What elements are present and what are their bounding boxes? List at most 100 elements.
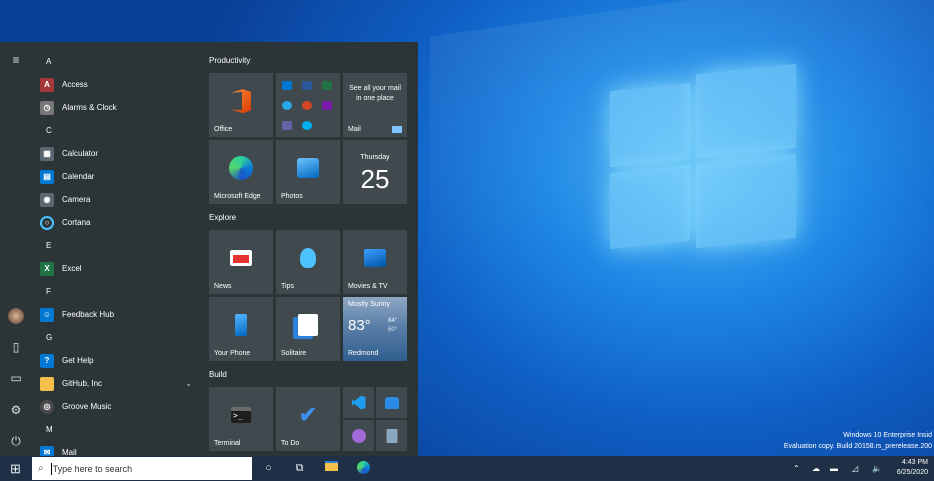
todo-checkmark-icon: ✔ xyxy=(298,402,318,428)
app-list-item-github-inc[interactable]: GitHub, Inc ⌄ xyxy=(32,372,202,395)
hamburger-menu-icon[interactable]: ≡ xyxy=(8,52,24,68)
github-tile[interactable] xyxy=(343,420,374,451)
app-list: A A Access ◷ Alarms & Clock C ▦ Calculator ▤ Cale… xyxy=(32,50,202,456)
group-explore: Explore xyxy=(209,213,237,222)
letter-header[interactable]: M xyxy=(32,418,202,441)
app-label: Cortana xyxy=(62,218,91,227)
vscode-tile[interactable] xyxy=(343,387,374,418)
volume-icon[interactable]: 🔈 xyxy=(872,456,882,481)
office-apps-folder-tile[interactable] xyxy=(276,73,340,137)
power-icon[interactable]: ⏻ xyxy=(8,433,24,449)
mail-tile[interactable]: See all your mail in one place Mail xyxy=(343,73,407,137)
powerpoint-icon xyxy=(302,101,312,110)
movies-tv-tile[interactable]: Movies & TV xyxy=(343,230,407,294)
app-list-item-get-help[interactable]: ? Get Help xyxy=(32,349,202,372)
movies-tv-icon xyxy=(364,249,386,268)
todo-tile[interactable]: ✔ To Do xyxy=(276,387,340,451)
solitaire-tile[interactable]: Solitaire xyxy=(276,297,340,361)
vscode-icon xyxy=(351,395,366,410)
letter-header[interactable]: A xyxy=(32,50,202,73)
calendar-tile[interactable]: Thursday 25 xyxy=(343,140,407,204)
watermark-build: Evaluation copy. Build 20158.rs_prerelea… xyxy=(783,443,932,450)
settings-gear-icon[interactable]: ⚙ xyxy=(8,402,24,418)
photos-icon xyxy=(297,158,319,179)
tile-label: Office xyxy=(214,126,233,133)
letter-header[interactable]: F xyxy=(32,280,202,303)
taskbar: ⊞ ⌕ Type here to search ○ ⧉ ⌃ ☁ ▬ ◿ 🔈 4:… xyxy=(0,456,934,481)
access-icon: A xyxy=(40,77,54,92)
office-icon xyxy=(231,89,251,114)
terminal-tile[interactable]: >_ Terminal xyxy=(209,387,273,451)
tile-label: Tips xyxy=(281,283,294,290)
calendar-day: Thursday xyxy=(360,154,390,161)
battery-icon[interactable]: ▬ xyxy=(830,456,838,481)
folder-icon xyxy=(40,376,54,391)
tips-tile[interactable]: Tips xyxy=(276,230,340,294)
app-list-item-feedback-hub[interactable]: ☺ Feedback Hub xyxy=(32,303,202,326)
app-label: Groove Music xyxy=(62,402,112,411)
app-label: Excel xyxy=(62,264,82,273)
onedrive-icon[interactable]: ☁ xyxy=(812,456,820,481)
search-placeholder: Type here to search xyxy=(52,463,133,474)
app-list-item-alarms-clock[interactable]: ◷ Alarms & Clock xyxy=(32,96,202,119)
app-list-item-calendar[interactable]: ▤ Calendar xyxy=(32,165,202,188)
letter-header[interactable]: C xyxy=(32,119,202,142)
app-list-item-mail[interactable]: ✉ Mail xyxy=(32,441,202,456)
weather-high: 84° xyxy=(388,318,398,324)
calendar-date: 25 xyxy=(360,164,390,194)
teams-icon xyxy=(282,121,292,130)
alarms-clock-icon: ◷ xyxy=(40,100,54,115)
calculator-tile[interactable] xyxy=(376,420,407,451)
app-label: Alarms & Clock xyxy=(62,103,117,112)
group-productivity: Productivity xyxy=(209,56,251,65)
documents-icon[interactable]: ▯ xyxy=(8,339,24,355)
letter-header[interactable]: E xyxy=(32,234,202,257)
app-list-item-calculator[interactable]: ▦ Calculator xyxy=(32,142,202,165)
app-label: Camera xyxy=(62,195,91,204)
tile-area: Productivity Office See all your mail in… xyxy=(202,42,418,456)
app-list-item-cortana[interactable]: ○ Cortana xyxy=(32,211,202,234)
photos-tile[interactable]: Photos xyxy=(276,140,340,204)
letter-header[interactable]: G xyxy=(32,326,202,349)
tile-label: Microsoft Edge xyxy=(214,193,261,200)
office-tile[interactable]: Office xyxy=(209,73,273,137)
cortana-circle-icon[interactable]: ○ xyxy=(261,461,276,476)
azure-tile[interactable] xyxy=(376,387,407,418)
app-list-item-groove-music[interactable]: ◎ Groove Music xyxy=(32,395,202,418)
microsoft-edge-tile[interactable]: Microsoft Edge xyxy=(209,140,273,204)
evaluation-watermark: Windows 10 Enterprise Insid Evaluation c… xyxy=(784,430,932,452)
weather-low: 60° xyxy=(388,327,398,333)
news-tile[interactable]: News xyxy=(209,230,273,294)
app-list-item-camera[interactable]: ◉ Camera xyxy=(32,188,202,211)
edge-taskbar-icon[interactable] xyxy=(356,461,371,476)
news-icon xyxy=(230,250,252,267)
tile-label: Your Phone xyxy=(214,350,251,357)
onedrive-icon xyxy=(282,101,292,110)
pictures-icon[interactable]: ▭ xyxy=(8,370,24,386)
your-phone-tile[interactable]: Your Phone xyxy=(209,297,273,361)
windows-start-icon[interactable]: ⊞ xyxy=(8,461,23,476)
phone-icon xyxy=(235,314,247,337)
weather-tile[interactable]: Mostly Sunny 83° 84° 60° Redmond xyxy=(343,297,407,361)
word-icon xyxy=(302,81,312,90)
app-list-item-excel[interactable]: X Excel xyxy=(32,257,202,280)
mail-icon: ✉ xyxy=(40,445,54,456)
people-icon xyxy=(384,396,399,409)
show-hidden-icons-chevron-icon[interactable]: ⌃ xyxy=(793,456,800,481)
network-icon[interactable]: ◿ xyxy=(852,456,858,481)
task-view-icon[interactable]: ⧉ xyxy=(292,461,307,476)
system-clock[interactable]: 4:43 PM 6/25/2020 xyxy=(897,458,928,478)
logo-pane xyxy=(696,63,796,159)
groove-music-icon: ◎ xyxy=(40,399,54,414)
file-explorer-icon[interactable] xyxy=(324,461,339,476)
app-list-item-access[interactable]: A Access xyxy=(32,73,202,96)
cortana-icon: ○ xyxy=(40,215,54,230)
tile-label: News xyxy=(214,283,232,290)
edge-icon xyxy=(229,156,253,181)
chevron-down-icon[interactable]: ⌄ xyxy=(185,379,192,388)
calculator-icon: ▦ xyxy=(40,146,54,161)
user-avatar[interactable] xyxy=(8,308,24,324)
tile-label: Movies & TV xyxy=(348,283,388,290)
search-box[interactable]: ⌕ Type here to search xyxy=(32,457,252,480)
app-label: Calendar xyxy=(62,172,95,181)
